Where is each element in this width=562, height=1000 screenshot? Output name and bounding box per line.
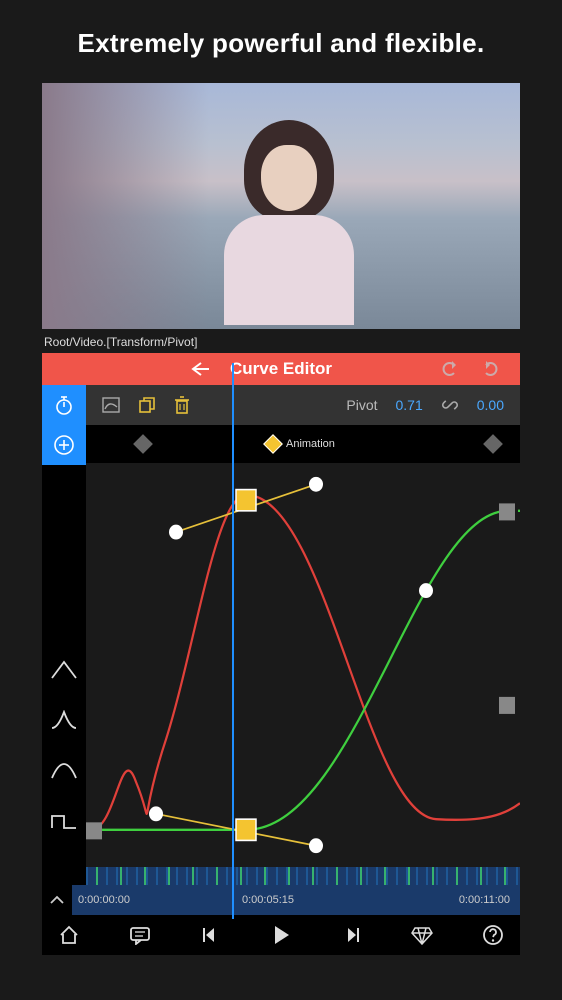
param-value-1[interactable]: 0.71 (396, 397, 423, 413)
param-toolbar: Pivot 0.71 0.00 (86, 385, 520, 425)
undo-icon[interactable] (440, 361, 460, 377)
keyframe-marker-active[interactable] (263, 434, 283, 454)
delete-icon[interactable] (174, 396, 190, 414)
video-preview[interactable] (42, 83, 520, 329)
playhead[interactable] (232, 363, 234, 919)
home-icon[interactable] (58, 925, 80, 945)
prev-frame-icon[interactable] (200, 925, 220, 945)
help-icon[interactable] (482, 924, 504, 946)
left-tool-rail (42, 385, 86, 885)
back-arrow-icon[interactable] (189, 361, 209, 377)
keyframe-marker[interactable] (133, 434, 153, 454)
param-name-label: Pivot (346, 397, 377, 413)
param-value-2[interactable]: 0.00 (477, 397, 504, 413)
keyframe-track-label: Animation (286, 438, 335, 450)
add-plus-icon[interactable] (42, 425, 86, 465)
curve-editor-header: Curve Editor (42, 353, 520, 385)
expand-timeline-icon[interactable] (42, 885, 72, 915)
app-frame: Root/Video.[Transform/Pivot] Curve Edito… (42, 83, 520, 953)
breadcrumb[interactable]: Root/Video.[Transform/Pivot] (42, 329, 520, 353)
timecode-current: 0:00:05:15 (242, 894, 294, 906)
promo-tagline: Extremely powerful and flexible. (0, 0, 562, 83)
timeline-ruler[interactable] (86, 867, 520, 885)
ease-curve-icon[interactable] (42, 695, 86, 745)
next-frame-icon[interactable] (342, 925, 362, 945)
comment-icon[interactable] (129, 925, 151, 945)
editor-title: Curve Editor (230, 359, 332, 379)
bottom-toolbar (42, 915, 520, 955)
keyframe-track[interactable]: Animation (86, 425, 520, 463)
step-curve-icon[interactable] (42, 795, 86, 845)
timecode-start: 0:00:00:00 (78, 894, 130, 906)
redo-icon[interactable] (480, 361, 500, 377)
timecode-end: 0:00:11:00 (459, 894, 510, 906)
timecode-bar[interactable]: 0:00:00:00 0:00:05:15 0:00:11:00 (42, 885, 520, 915)
curve-graph[interactable] (86, 463, 520, 867)
link-icon[interactable] (441, 397, 459, 413)
copy-icon[interactable] (138, 396, 156, 414)
play-icon[interactable] (269, 923, 293, 947)
smooth-curve-icon[interactable] (42, 745, 86, 795)
keyframe-marker[interactable] (483, 434, 503, 454)
stopwatch-icon[interactable] (42, 385, 86, 425)
graph-mode-icon[interactable] (102, 397, 120, 413)
premium-diamond-icon[interactable] (411, 925, 433, 945)
linear-curve-icon[interactable] (42, 645, 86, 695)
preview-subject (224, 120, 354, 320)
